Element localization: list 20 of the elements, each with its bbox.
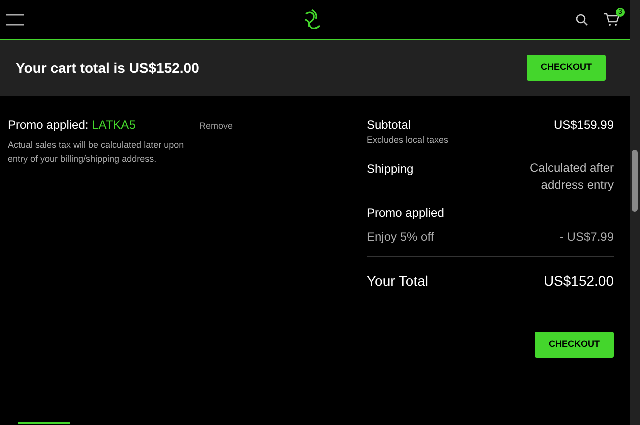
total-label: Your Total <box>367 272 428 290</box>
discount-value: - US$7.99 <box>560 228 614 246</box>
discount-label: Enjoy 5% off <box>367 228 434 246</box>
checkout-button[interactable]: CHECKOUT <box>535 332 614 358</box>
remove-link[interactable]: Remove <box>199 120 233 134</box>
menu-icon[interactable] <box>6 14 24 26</box>
promo-label: Promo applied: LATKA5 <box>8 117 136 134</box>
tax-note: Actual sales tax will be calculated later upon entry of your billing/shipping address. <box>8 139 186 166</box>
subtotal-note: Excludes local taxes <box>367 134 450 147</box>
scrollbar[interactable] <box>630 0 640 425</box>
search-icon[interactable] <box>576 14 588 26</box>
shipping-value: Calculated after address entry <box>528 160 614 194</box>
subtotal-value: US$159.99 <box>554 117 614 134</box>
promo-summary-label: Promo applied <box>367 204 446 222</box>
subtotal-label: Subtotal <box>367 117 412 134</box>
cart-icon[interactable] <box>604 12 620 26</box>
checkout-button[interactable]: CHECKOUT <box>527 55 606 81</box>
shipping-label: Shipping <box>367 160 414 178</box>
total-value: US$152.00 <box>544 272 614 290</box>
cart-total-heading: Your cart total is US$152.00 <box>16 58 200 78</box>
